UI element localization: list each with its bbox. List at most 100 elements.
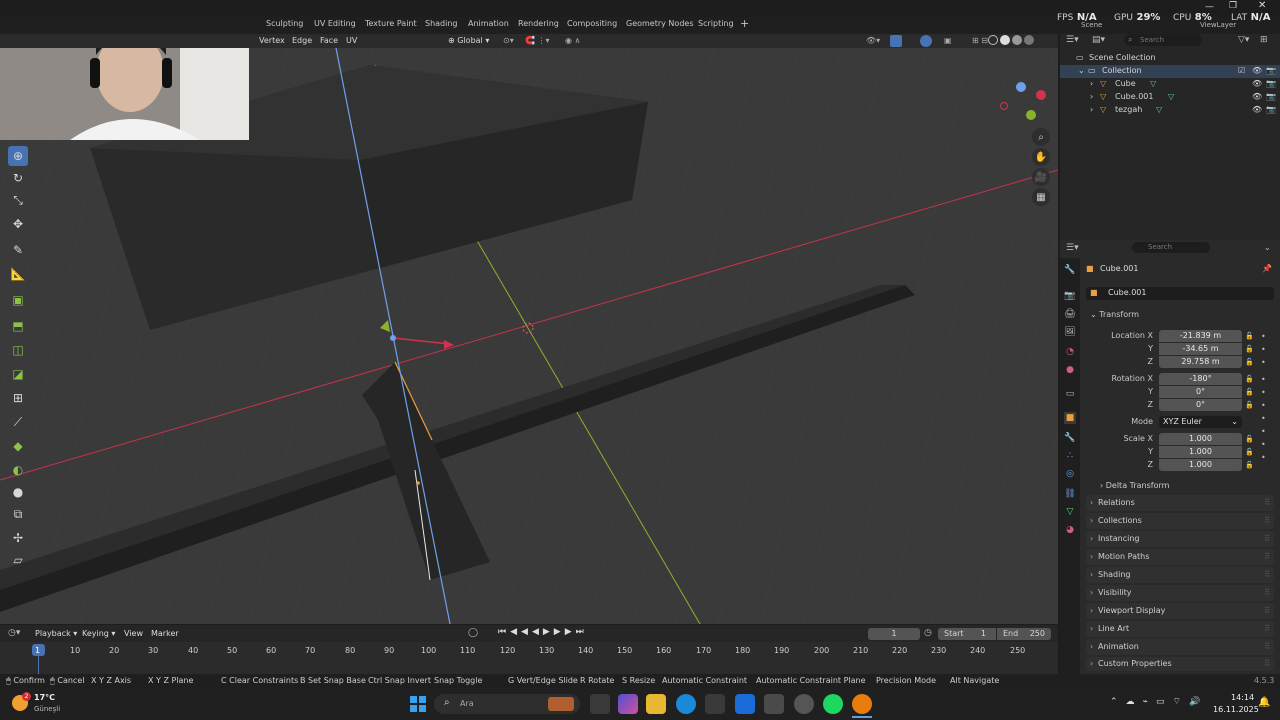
panel-shading[interactable]: Shading⠿ xyxy=(1086,567,1274,583)
physics-tab-icon[interactable]: ◎ xyxy=(1064,468,1076,480)
chevron-right-icon[interactable]: › xyxy=(1090,79,1093,88)
outliner-scene-collection[interactable]: ▭ Scene Collection xyxy=(1060,52,1280,65)
object-tab-icon[interactable]: ■ xyxy=(1064,412,1076,424)
current-frame-field[interactable]: 1 xyxy=(868,628,920,640)
eye-icon[interactable]: 👁 xyxy=(1252,66,1262,75)
volume-icon[interactable]: 🔊 xyxy=(1189,697,1208,707)
task-view-icon[interactable] xyxy=(590,694,610,714)
panel-instancing[interactable]: Instancing⠿ xyxy=(1086,531,1274,547)
spotify-icon[interactable] xyxy=(823,694,843,714)
proportional-icon[interactable]: ◉ ∧ xyxy=(565,36,580,45)
taskbar-search[interactable]: ⌕ Ara xyxy=(434,694,580,714)
rotate-tool-icon[interactable]: ↻ xyxy=(8,168,28,188)
lock-icon[interactable]: 🔓 xyxy=(1245,399,1254,412)
scale-y-field[interactable]: 1.000 xyxy=(1159,446,1242,458)
delta-transform-subpanel[interactable]: › Delta Transform xyxy=(1100,481,1169,490)
smooth-tool-icon[interactable]: ● xyxy=(8,482,28,502)
outlook-icon[interactable] xyxy=(735,694,755,714)
timeline-editor-icon[interactable]: ◷▾ xyxy=(8,628,20,638)
play-icon[interactable]: ▶ xyxy=(543,627,554,637)
chevron-down-icon[interactable]: ⌄ xyxy=(1078,66,1085,75)
wireframe-shading-icon[interactable] xyxy=(988,35,998,45)
menu-playback[interactable]: Playback ▾ xyxy=(35,629,77,638)
transform-tool-icon[interactable]: ✥ xyxy=(8,214,28,234)
clock-icon[interactable]: ◷ xyxy=(924,628,932,638)
location-x-field[interactable]: -21.839 m xyxy=(1159,330,1242,342)
keyframe-icon[interactable]: • xyxy=(1261,399,1266,412)
edge-slide-tool-icon[interactable]: ⧉ xyxy=(8,504,28,524)
location-z-field[interactable]: 29.758 m xyxy=(1159,356,1242,368)
lock-icon[interactable]: 🔓 xyxy=(1245,459,1254,472)
bevel-tool-icon[interactable]: ◪ xyxy=(8,364,28,384)
keyframe-icon[interactable]: • xyxy=(1261,343,1266,356)
notification-bell-icon[interactable]: 🔔 xyxy=(1258,697,1270,708)
menu-view[interactable]: View xyxy=(124,629,143,638)
scale-x-field[interactable]: 1.000 xyxy=(1159,433,1242,445)
scale-tool-icon[interactable]: ⤡ xyxy=(8,190,28,210)
tab-scripting[interactable]: Scripting xyxy=(698,19,734,28)
gizmo-center[interactable] xyxy=(390,335,396,341)
extrude-tool-icon[interactable]: ⬒ xyxy=(8,316,28,336)
menu-uv[interactable]: UV xyxy=(346,36,357,45)
lock-icon[interactable]: 🔓 xyxy=(1245,446,1254,459)
clock-date[interactable]: 16.11.2025 xyxy=(1213,705,1259,714)
restore-icon[interactable]: ❐ xyxy=(1229,1,1237,11)
outliner-search[interactable]: Search xyxy=(1124,34,1202,46)
record-icon[interactable]: ◯ xyxy=(468,628,478,638)
lock-icon[interactable]: 🔓 xyxy=(1245,433,1254,446)
panel-line-art[interactable]: Line Art⠿ xyxy=(1086,621,1274,637)
weather-location[interactable]: Güneşli xyxy=(34,705,60,713)
knife-tool-icon[interactable]: ⟋ xyxy=(8,412,28,432)
file-explorer-icon[interactable] xyxy=(646,694,666,714)
lock-icon[interactable]: 🔓 xyxy=(1245,330,1254,343)
scale-z-field[interactable]: 1.000 xyxy=(1159,459,1242,471)
lock-icon[interactable]: 🔓 xyxy=(1245,373,1254,386)
menu-keying[interactable]: Keying ▾ xyxy=(82,629,115,638)
gizmo-z-icon[interactable] xyxy=(1016,82,1026,92)
panel-animation[interactable]: Animation⠿ xyxy=(1086,639,1274,655)
wifi-icon[interactable]: ⌔ xyxy=(1172,697,1188,707)
tab-geometry-nodes[interactable]: Geometry Nodes xyxy=(626,19,693,28)
panel-relations[interactable]: Relations⠿ xyxy=(1086,495,1274,511)
poly-build-tool-icon[interactable]: ◆ xyxy=(8,436,28,456)
transform-panel-header[interactable]: ⌄ Transform xyxy=(1090,310,1139,319)
view-layer-selector[interactable]: ViewLayer xyxy=(1200,21,1236,29)
location-y-field[interactable]: -34.65 m xyxy=(1159,343,1242,355)
particles-tab-icon[interactable]: ∴ xyxy=(1064,450,1076,462)
properties-editor-icon[interactable]: ☰▾ xyxy=(1066,243,1079,253)
start-frame-field[interactable]: Start 1 xyxy=(938,628,996,640)
display-icon[interactable]: ▭ xyxy=(1156,697,1173,707)
minimize-icon[interactable]: — xyxy=(1205,2,1214,12)
scene-selector[interactable]: Scene xyxy=(1081,21,1102,29)
cloud-icon[interactable]: ☁ xyxy=(1126,697,1143,707)
next-key-icon[interactable]: ▶▶ xyxy=(554,627,576,637)
pivot-icon[interactable]: ⊙▾ xyxy=(503,36,514,45)
snap-icon[interactable]: 🧲 ⋮▾ xyxy=(525,36,550,45)
gizmo-y-icon[interactable] xyxy=(1026,110,1036,120)
tool-tab-icon[interactable]: 🔧 xyxy=(1064,264,1076,276)
tab-sculpting[interactable]: Sculpting xyxy=(266,19,303,28)
camera-view-icon[interactable]: 🎥 xyxy=(1032,168,1050,186)
panel-collections[interactable]: Collections⠿ xyxy=(1086,513,1274,529)
weather-temp[interactable]: 17°C xyxy=(34,693,55,702)
rotation-x-field[interactable]: -180° xyxy=(1159,373,1242,385)
orientation-dropdown[interactable]: ⊕ Global ▾ xyxy=(448,36,489,45)
windows-start-icon[interactable] xyxy=(410,696,426,712)
panel-viewport-display[interactable]: Viewport Display⠿ xyxy=(1086,603,1274,619)
keyframe-icon[interactable]: • xyxy=(1261,330,1266,343)
chrome-icon[interactable] xyxy=(794,694,814,714)
menu-vertex[interactable]: Vertex xyxy=(259,36,285,45)
annotate-tool-icon[interactable]: ✎ xyxy=(8,240,28,260)
world-tab-icon[interactable]: ● xyxy=(1064,364,1076,376)
shrink-tool-icon[interactable]: ✢ xyxy=(8,528,28,548)
bluetooth-icon[interactable]: ⌁ xyxy=(1143,697,1156,707)
tab-shading[interactable]: Shading xyxy=(425,19,458,28)
rotation-y-field[interactable]: 0° xyxy=(1159,386,1242,398)
collection-tab-icon[interactable]: ▭ xyxy=(1064,388,1076,400)
keyframe-icon[interactable]: • xyxy=(1261,425,1266,438)
inset-tool-icon[interactable]: ◫ xyxy=(8,340,28,360)
perspective-toggle-icon[interactable]: ▦ xyxy=(1032,188,1050,206)
chevron-down-icon[interactable]: ⌄ xyxy=(1264,243,1271,252)
panel-custom-properties[interactable]: Custom Properties⠿ xyxy=(1086,657,1274,671)
add-cube-tool-icon[interactable]: ▣ xyxy=(8,290,28,310)
